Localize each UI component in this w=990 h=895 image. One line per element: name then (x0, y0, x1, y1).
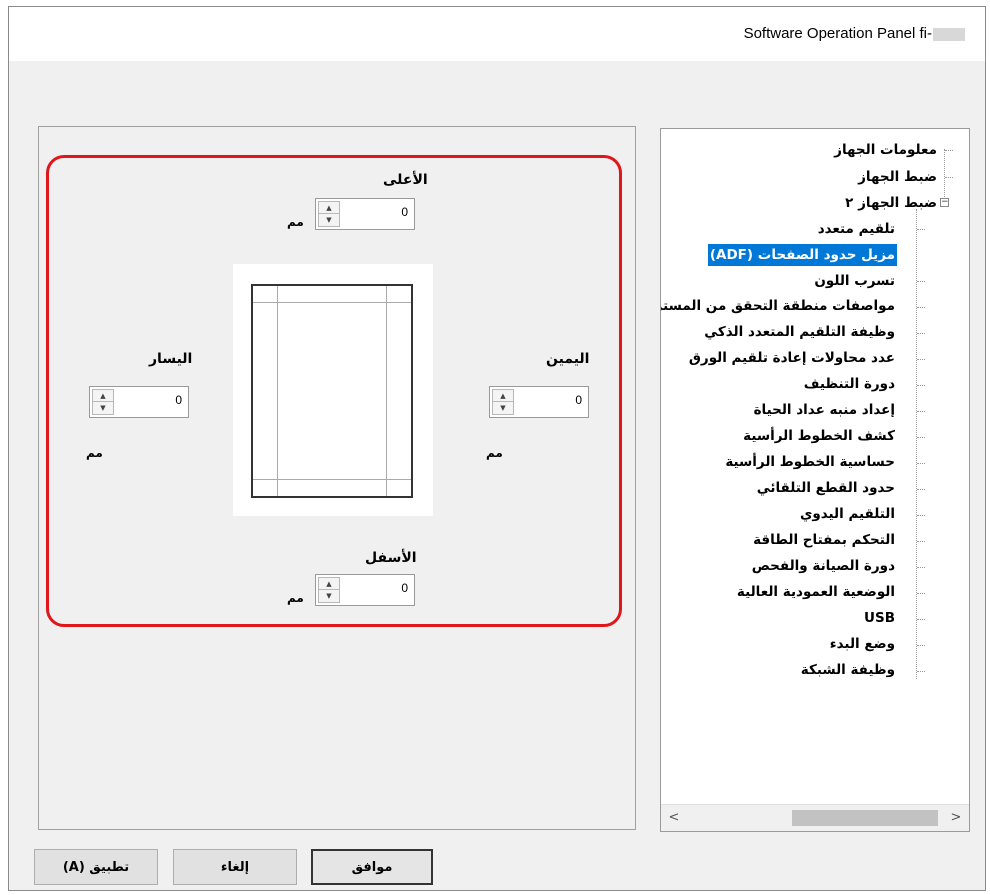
bottom-spinbox[interactable]: ▲ ▼ 0 (315, 574, 415, 606)
tree-item-multifeed[interactable]: تلقيم متعدد (816, 218, 897, 240)
spin-up-down-icon[interactable]: ▲ ▼ (318, 577, 340, 603)
settings-tree[interactable]: − معلومات الجهاز ضبط الجهاز ضبط الجهاز ٢… (660, 128, 970, 832)
tree-viewport: − معلومات الجهاز ضبط الجهاز ضبط الجهاز ٢… (661, 129, 969, 803)
tree-line (917, 671, 925, 673)
top-spinbox[interactable]: ▲ ▼ 0 (315, 198, 415, 230)
top-unit: مم (287, 215, 304, 229)
highlight-frame: الأعلى ▲ ▼ 0 مم اليسار ▲ ▼ 0 مم اليمين ▲… (46, 155, 622, 627)
tree-line (916, 209, 918, 679)
tree-line (917, 333, 925, 335)
tree-item-autocrop-margin[interactable]: حدود القطع التلقائي (755, 477, 897, 499)
tree-line (945, 177, 953, 179)
spin-up-down-icon[interactable]: ▲ ▼ (92, 389, 114, 415)
tree-item-page-edge-filler[interactable]: مزيل حدود الصفحات (ADF) (707, 244, 897, 266)
top-value: 0 (401, 205, 408, 219)
spin-down-icon[interactable]: ▼ (319, 590, 339, 602)
tree-item-network-function[interactable]: وظيفة الشبكة (799, 659, 897, 681)
tree-item-pick-retry[interactable]: عدد محاولات إعادة تلقيم الورق (687, 347, 897, 369)
tree-item-cleaning-cycle[interactable]: دورة التنظيف (802, 373, 897, 395)
ok-button[interactable]: موافق (311, 849, 433, 885)
tree-line (917, 645, 925, 647)
spin-up-icon[interactable]: ▲ (93, 390, 113, 402)
bottom-value: 0 (401, 581, 408, 595)
tree-line (917, 307, 925, 309)
cancel-button-label: إلغاء (220, 859, 250, 875)
tree-item-vertical-streaks[interactable]: كشف الخطوط الرأسية (741, 425, 897, 447)
spin-up-icon[interactable]: ▲ (319, 578, 339, 590)
spin-down-icon[interactable]: ▼ (493, 402, 513, 414)
spin-down-icon[interactable]: ▼ (93, 402, 113, 414)
ok-button-label: موافق (351, 859, 393, 875)
bottom-margin-guide (253, 479, 411, 480)
tree-line (917, 489, 925, 491)
top-label: الأعلى (383, 172, 428, 188)
right-margin-guide (386, 286, 387, 496)
tree-item-maintenance-cycle[interactable]: دورة الصيانة والفحص (750, 555, 897, 577)
redacted-model (933, 27, 965, 41)
tree-item-device-settings[interactable]: ضبط الجهاز (856, 166, 939, 188)
cancel-button[interactable]: إلغاء (173, 849, 297, 885)
tree-line (945, 150, 953, 152)
tree-line (917, 281, 925, 283)
tree-item-intelligent-multifeed[interactable]: وظيفة التلقيم المتعدد الذكي (702, 321, 897, 343)
chevron-left-icon[interactable]: < (667, 810, 681, 826)
tree-line (917, 619, 925, 621)
margin-settings-panel: الأعلى ▲ ▼ 0 مم اليسار ▲ ▼ 0 مم اليمين ▲… (38, 126, 636, 830)
dialog-window: Software Operation Panel fi- الأعلى ▲ ▼ … (8, 6, 986, 891)
tree-line (917, 515, 925, 517)
left-label: اليسار (149, 351, 193, 367)
tree-item-high-altitude[interactable]: الوضعية العمودية العالية (735, 581, 897, 603)
apply-button[interactable]: تطبيق (A) (34, 849, 158, 885)
tree-item-device-info[interactable]: معلومات الجهاز (832, 139, 939, 161)
tree-line (917, 411, 925, 413)
tree-line (917, 229, 925, 231)
page-preview (233, 264, 433, 516)
spin-down-icon[interactable]: ▼ (319, 214, 339, 226)
tree-line (917, 567, 925, 569)
tree-line (917, 385, 925, 387)
page-outline (251, 284, 413, 498)
tree-item-check-area[interactable]: مواصفات منطقة التحقق من المستن (661, 295, 897, 317)
left-margin-guide (277, 286, 278, 496)
chevron-right-icon[interactable]: > (949, 810, 963, 826)
tree-line (917, 359, 925, 361)
right-label: اليمين (546, 351, 590, 367)
collapse-minus-icon[interactable]: − (940, 198, 949, 207)
window-title: Software Operation Panel fi- (744, 25, 965, 42)
apply-button-label: تطبيق (A) (62, 859, 130, 875)
tree-item-bleed-through[interactable]: تسرب اللون (812, 270, 897, 292)
bottom-unit: مم (287, 591, 304, 605)
tree-item-device-settings-2[interactable]: ضبط الجهاز ٢ (843, 192, 939, 214)
tree-item-usb[interactable]: USB (862, 607, 897, 629)
tree-line (917, 541, 925, 543)
right-spinbox[interactable]: ▲ ▼ 0 (489, 386, 589, 418)
bottom-label: الأسفل (365, 550, 417, 566)
window-title-text: Software Operation Panel fi- (743, 25, 932, 42)
spin-up-down-icon[interactable]: ▲ ▼ (318, 201, 340, 227)
right-unit: مم (486, 446, 503, 460)
tree-item-power-button[interactable]: التحكم بمفتاح الطاقة (751, 529, 897, 551)
spin-up-icon[interactable]: ▲ (319, 202, 339, 214)
tree-item-startup-mode[interactable]: وضع البدء (828, 633, 897, 655)
spin-up-icon[interactable]: ▲ (493, 390, 513, 402)
tree-line (917, 593, 925, 595)
tree-line (917, 463, 925, 465)
tree-item-manual-feed[interactable]: التلقيم اليدوي (798, 503, 897, 525)
right-value: 0 (575, 393, 582, 407)
tree-item-life-counter-alarm[interactable]: إعداد منبه عداد الحياة (752, 399, 897, 421)
top-margin-guide (253, 302, 411, 303)
title-bar: Software Operation Panel fi- (9, 7, 985, 61)
scrollbar-thumb[interactable] (792, 810, 938, 826)
horizontal-scrollbar[interactable]: < > (661, 804, 969, 831)
tree-item-streak-sensitivity[interactable]: حساسية الخطوط الرأسية (723, 451, 897, 473)
left-spinbox[interactable]: ▲ ▼ 0 (89, 386, 189, 418)
spin-up-down-icon[interactable]: ▲ ▼ (492, 389, 514, 415)
tree-line (917, 437, 925, 439)
left-unit: مم (86, 446, 103, 460)
left-value: 0 (175, 393, 182, 407)
